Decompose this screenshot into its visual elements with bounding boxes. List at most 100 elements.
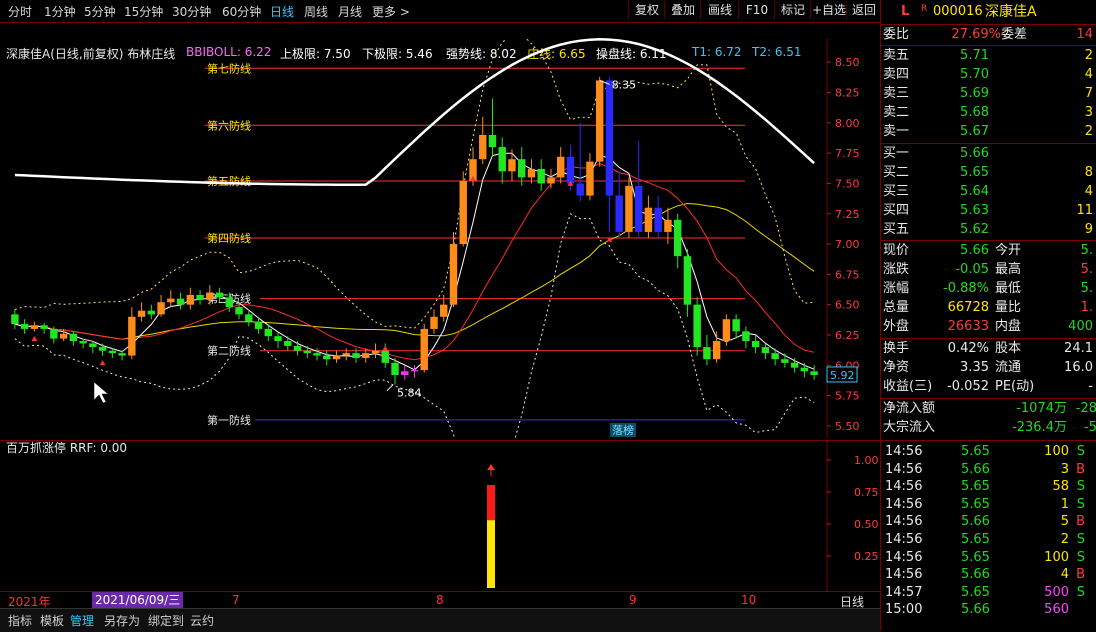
- period-tab-5[interactable]: 60分钟: [222, 3, 261, 20]
- toolbar-button-6[interactable]: 返回: [846, 1, 881, 19]
- candle-body[interactable]: [761, 347, 770, 354]
- candle-body[interactable]: [673, 219, 682, 257]
- candle-body[interactable]: [508, 159, 516, 172]
- candle-body[interactable]: [790, 362, 799, 368]
- period-tab-6[interactable]: 日线: [270, 3, 294, 20]
- period-tab-1[interactable]: 1分钟: [44, 3, 76, 20]
- bottom-tab-3[interactable]: 另存为: [104, 612, 140, 629]
- candle-body[interactable]: [644, 207, 653, 232]
- candle-body[interactable]: [722, 319, 731, 342]
- candle-body[interactable]: [186, 294, 195, 305]
- candle-body[interactable]: [693, 304, 701, 348]
- candle-body[interactable]: [245, 314, 253, 322]
- candle-body[interactable]: [420, 328, 428, 371]
- candle-body[interactable]: [50, 328, 58, 339]
- period-tab-9[interactable]: 更多 >: [372, 3, 410, 20]
- candle-body[interactable]: [147, 310, 156, 315]
- candle-body[interactable]: [391, 362, 399, 375]
- candle-body[interactable]: [362, 353, 370, 358]
- candle-body[interactable]: [479, 134, 487, 160]
- candle-body[interactable]: [30, 325, 39, 329]
- candle-body[interactable]: [781, 359, 789, 363]
- candle-body[interactable]: [89, 343, 97, 348]
- candle-body[interactable]: [586, 161, 594, 196]
- candle-body[interactable]: [254, 321, 263, 329]
- candle-body[interactable]: [137, 310, 146, 317]
- bottom-tab-2[interactable]: 管理: [70, 612, 94, 629]
- bottom-tab-0[interactable]: 指标: [8, 612, 32, 629]
- candle-body[interactable]: [235, 307, 243, 315]
- candle-body[interactable]: [518, 159, 526, 178]
- toolbar-button-4[interactable]: 标记: [774, 1, 811, 19]
- candle-body[interactable]: [595, 80, 604, 162]
- candle-body[interactable]: [625, 185, 633, 232]
- toolbar-button-3[interactable]: F10: [738, 1, 775, 19]
- period-tab-7[interactable]: 周线: [304, 3, 328, 20]
- candle-body[interactable]: [157, 302, 165, 315]
- candle-body[interactable]: [537, 168, 545, 184]
- candle-body[interactable]: [401, 371, 409, 375]
- candle-body[interactable]: [332, 355, 341, 360]
- candle-body[interactable]: [371, 350, 380, 354]
- candle-body[interactable]: [176, 298, 185, 305]
- candle-body[interactable]: [108, 350, 117, 354]
- candle-body[interactable]: [410, 370, 419, 372]
- candle-body[interactable]: [771, 353, 779, 360]
- period-tab-2[interactable]: 5分钟: [84, 3, 116, 20]
- toolbar-button-1[interactable]: 叠加: [664, 1, 701, 19]
- candle-body[interactable]: [128, 316, 136, 356]
- candle-body[interactable]: [703, 347, 711, 360]
- candle-body[interactable]: [654, 207, 662, 232]
- candle-body[interactable]: [488, 134, 497, 148]
- bottom-tab-4[interactable]: 绑定到: [148, 612, 184, 629]
- toolbar-button-2[interactable]: 画线: [700, 1, 739, 19]
- candle-body[interactable]: [352, 353, 360, 358]
- candle-body[interactable]: [557, 156, 565, 178]
- candle-body[interactable]: [742, 331, 750, 342]
- candle-body[interactable]: [605, 80, 614, 196]
- bottom-tab-5[interactable]: 云约: [190, 612, 214, 629]
- bottom-tab-1[interactable]: 模板: [40, 612, 64, 629]
- period-tab-3[interactable]: 15分钟: [124, 3, 163, 20]
- candle-body[interactable]: [215, 292, 224, 298]
- candle-body[interactable]: [206, 292, 214, 300]
- candle-body[interactable]: [79, 341, 87, 344]
- candle-body[interactable]: [323, 355, 331, 360]
- candle-body[interactable]: [59, 333, 68, 339]
- candle-body[interactable]: [576, 183, 584, 196]
- candle-body[interactable]: [800, 367, 809, 372]
- toolbar-button-0[interactable]: 复权: [628, 1, 665, 19]
- toolbar-button-5[interactable]: +自选: [810, 1, 847, 19]
- candle-body[interactable]: [381, 350, 389, 363]
- candle-body[interactable]: [547, 177, 555, 184]
- candle-body[interactable]: [69, 333, 78, 342]
- candle-body[interactable]: [459, 181, 467, 245]
- candle-body[interactable]: [498, 147, 506, 172]
- candle-body[interactable]: [11, 314, 19, 325]
- period-tab-8[interactable]: 月线: [338, 3, 362, 20]
- candle-body[interactable]: [634, 185, 643, 232]
- candle-body[interactable]: [440, 304, 448, 317]
- candle-body[interactable]: [313, 353, 321, 356]
- candle-body[interactable]: [430, 316, 438, 329]
- candle-body[interactable]: [284, 341, 292, 346]
- candle-body[interactable]: [40, 325, 48, 329]
- candle-body[interactable]: [615, 195, 623, 232]
- candle-body[interactable]: [293, 345, 302, 351]
- candle-body[interactable]: [303, 350, 311, 354]
- candle-body[interactable]: [167, 298, 175, 303]
- candle-body[interactable]: [342, 353, 350, 356]
- candle-body[interactable]: [264, 328, 272, 337]
- candle-body[interactable]: [118, 353, 126, 356]
- candle-body[interactable]: [98, 347, 107, 351]
- candle-body[interactable]: [683, 256, 692, 305]
- period-tab-4[interactable]: 30分钟: [172, 3, 211, 20]
- candle-body[interactable]: [566, 156, 575, 184]
- candle-body[interactable]: [527, 168, 536, 178]
- candle-body[interactable]: [225, 297, 234, 308]
- candlestick-chart[interactable]: 8.50 8.25 8.00 7.75 7.50 7.25 7.00 6.75 6.50 6.25…: [0, 38, 880, 438]
- candle-body[interactable]: [196, 294, 204, 300]
- candle-body[interactable]: [449, 244, 458, 305]
- candle-body[interactable]: [751, 341, 760, 348]
- candle-body[interactable]: [664, 219, 672, 232]
